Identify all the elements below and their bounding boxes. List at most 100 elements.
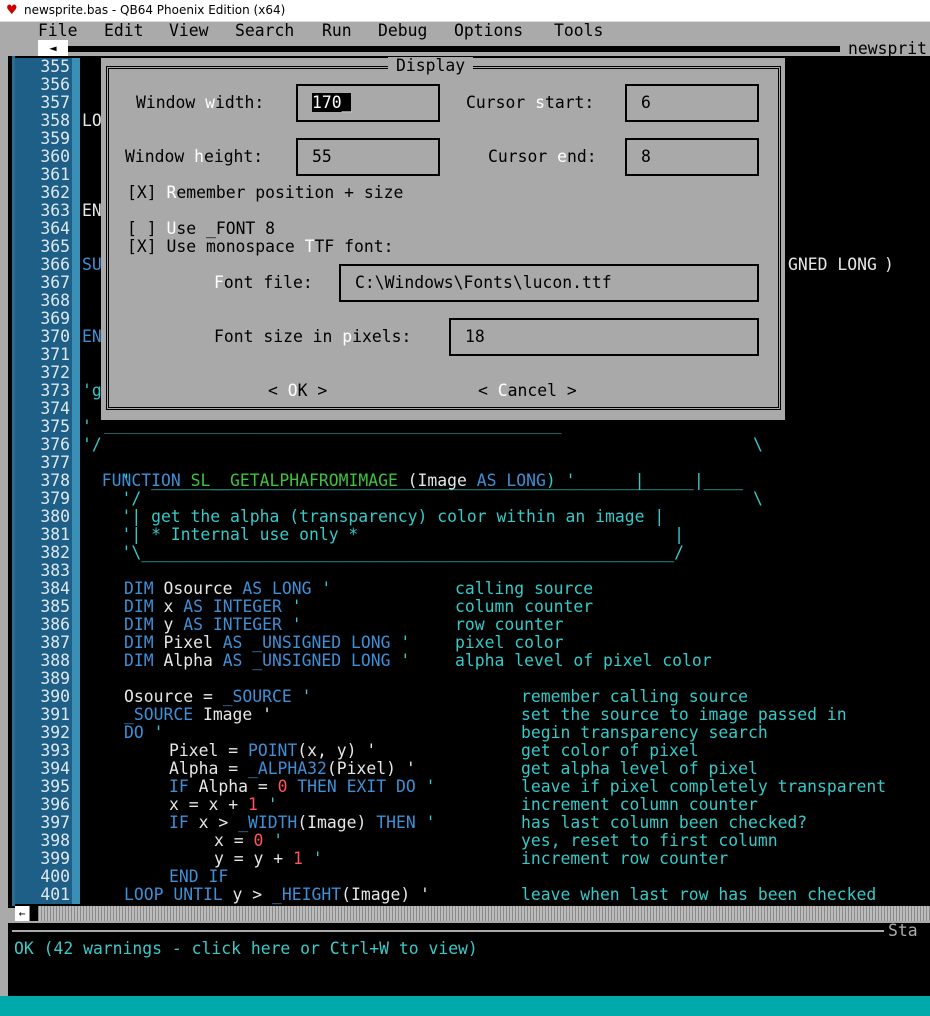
- line-number: 363: [40, 201, 70, 220]
- cursor-end-label: Cursor end:: [488, 148, 597, 166]
- kw-alpha32: _ALPHA32: [247, 759, 327, 778]
- menu-edit[interactable]: Edit: [104, 22, 143, 40]
- line-number: 355: [40, 57, 70, 76]
- window-height-field[interactable]: 55: [296, 138, 440, 176]
- comment-mark: ': [143, 723, 164, 742]
- comment-mark: ': [390, 651, 411, 670]
- status-message[interactable]: OK (42 warnings - click here or Ctrl+W t…: [14, 940, 478, 958]
- line-number: 397: [40, 813, 70, 832]
- field-value: 170: [312, 93, 342, 112]
- comment-box-top: ________________________________________…: [104, 420, 562, 434]
- code-line-390: Osource = _SOURCE ': [124, 688, 312, 706]
- cursor-end-field[interactable]: 8: [625, 138, 759, 176]
- font-file-label: Font file:: [214, 274, 313, 292]
- label-text: ixels:: [352, 327, 412, 346]
- type-name: _UNSIGNED LONG: [242, 633, 391, 652]
- line-number: 360: [40, 147, 70, 166]
- use-ttf-font-checkbox[interactable]: [X] Use monospace TTF font:: [127, 238, 393, 256]
- checkbox-label: emember position + size: [176, 183, 404, 202]
- code-line-385: DIM x AS INTEGER ': [124, 598, 302, 616]
- menu-options[interactable]: Options: [454, 22, 523, 40]
- tab-scroll-left-icon[interactable]: ◄: [38, 40, 68, 56]
- hotkey: F: [214, 273, 224, 292]
- window-title: newsprite.bas - QB64 Phoenix Edition (x6…: [24, 3, 286, 17]
- code-fragment: EN: [82, 201, 102, 220]
- ok-button[interactable]: < OK >: [268, 382, 327, 400]
- kw-as: AS: [183, 597, 203, 616]
- kw-loop-until: LOOP UNTIL: [124, 885, 223, 904]
- line-number: 378: [40, 471, 70, 490]
- qb64-app-icon[interactable]: ♥: [6, 4, 20, 18]
- code-line-387: DIM Pixel AS _UNSIGNED LONG ': [124, 634, 410, 652]
- code-line-388: DIM Alpha AS _UNSIGNED LONG ': [124, 652, 410, 670]
- line-number: 400: [40, 867, 70, 886]
- line-number: 380: [40, 507, 70, 526]
- number-literal: 0: [253, 831, 264, 850]
- remember-position-checkbox[interactable]: [X] Remember position + size: [127, 184, 403, 202]
- menu-tools[interactable]: Tools: [554, 22, 603, 40]
- comment-box-line: '| * Internal use only * |: [82, 525, 684, 544]
- horizontal-scrollbar[interactable]: [15, 906, 930, 921]
- code-comment: has last column been checked?: [521, 813, 808, 832]
- hotkey: e: [557, 147, 567, 166]
- code-line-401: LOOP UNTIL y > _HEIGHT(Image) ': [124, 886, 430, 904]
- scroll-left-arrow-icon[interactable]: ←: [15, 906, 29, 921]
- line-number: 394: [40, 759, 70, 778]
- menu-view[interactable]: View: [169, 22, 208, 40]
- line-number: 384: [40, 579, 70, 598]
- comment-box-line: '/ \: [82, 489, 763, 508]
- code-text: (x, y) ': [297, 741, 377, 760]
- line-number: 382: [40, 543, 70, 562]
- kw-dim: DIM: [124, 633, 154, 652]
- cancel-button[interactable]: < Cancel >: [478, 382, 577, 400]
- menu-file[interactable]: File: [38, 22, 77, 40]
- status-divider: [12, 930, 884, 932]
- menu-debug[interactable]: Debug: [378, 22, 427, 40]
- menu-search[interactable]: Search: [235, 22, 294, 40]
- kw-as: AS: [242, 579, 263, 598]
- line-number: 391: [40, 705, 70, 724]
- code-comment: pixel color: [455, 633, 564, 652]
- scrollbar-thumb[interactable]: [30, 906, 38, 921]
- cursor-start-field[interactable]: 6: [625, 84, 759, 122]
- hotkey: R: [166, 183, 177, 202]
- code-fragment-type: GNED LONG: [788, 255, 877, 274]
- kw-width: _WIDTH: [238, 813, 298, 832]
- gutter-divider: [72, 58, 80, 904]
- checkbox-box: [X]: [127, 237, 167, 256]
- code-text: x = x +: [169, 795, 248, 814]
- line-number: 390: [40, 687, 70, 706]
- checkbox-label: Use monospace: [166, 237, 305, 256]
- code-comment: increment row counter: [521, 849, 729, 868]
- window-width-field[interactable]: 170_: [296, 84, 440, 122]
- line-number: 376: [40, 435, 70, 454]
- line-number: 379: [40, 489, 70, 508]
- code-line-393: Pixel = POINT(x, y) ': [169, 742, 376, 760]
- code-comment: get color of pixel: [521, 741, 699, 760]
- comment-mark: ': [390, 633, 411, 652]
- comment-mark: ': [311, 579, 332, 598]
- font-file-field[interactable]: C:\Windows\Fonts\lucon.ttf: [339, 264, 759, 302]
- hotkey: w: [205, 93, 215, 112]
- menu-run[interactable]: Run: [322, 22, 352, 40]
- line-number: 385: [40, 597, 70, 616]
- code-text: (Image) ': [341, 885, 430, 904]
- code-text: Image ': [193, 705, 273, 724]
- kw-then-exit: THEN EXIT DO: [287, 777, 416, 796]
- label-text: idth:: [214, 93, 265, 112]
- line-number: 372: [40, 363, 70, 382]
- code-comment: 'g: [82, 381, 102, 400]
- code-comment: get alpha level of pixel: [521, 759, 758, 778]
- comment-box-line: '| get the alpha (transparency) color wi…: [82, 507, 665, 526]
- hotkey: h: [194, 147, 204, 166]
- code-text: (Pixel) ': [326, 759, 416, 778]
- code-line-396: x = x + 1 ': [169, 796, 278, 814]
- use-font8-checkbox[interactable]: [ ] Use _FONT 8: [127, 220, 275, 238]
- font-size-field[interactable]: 18: [449, 318, 759, 356]
- tab-bar-rule: [68, 46, 840, 52]
- code-comment: leave if pixel completely transparent: [521, 777, 887, 796]
- code-comment: ': [82, 417, 92, 436]
- kw-then: THEN: [376, 813, 416, 832]
- line-number: 356: [40, 75, 70, 94]
- line-number: 387: [40, 633, 70, 652]
